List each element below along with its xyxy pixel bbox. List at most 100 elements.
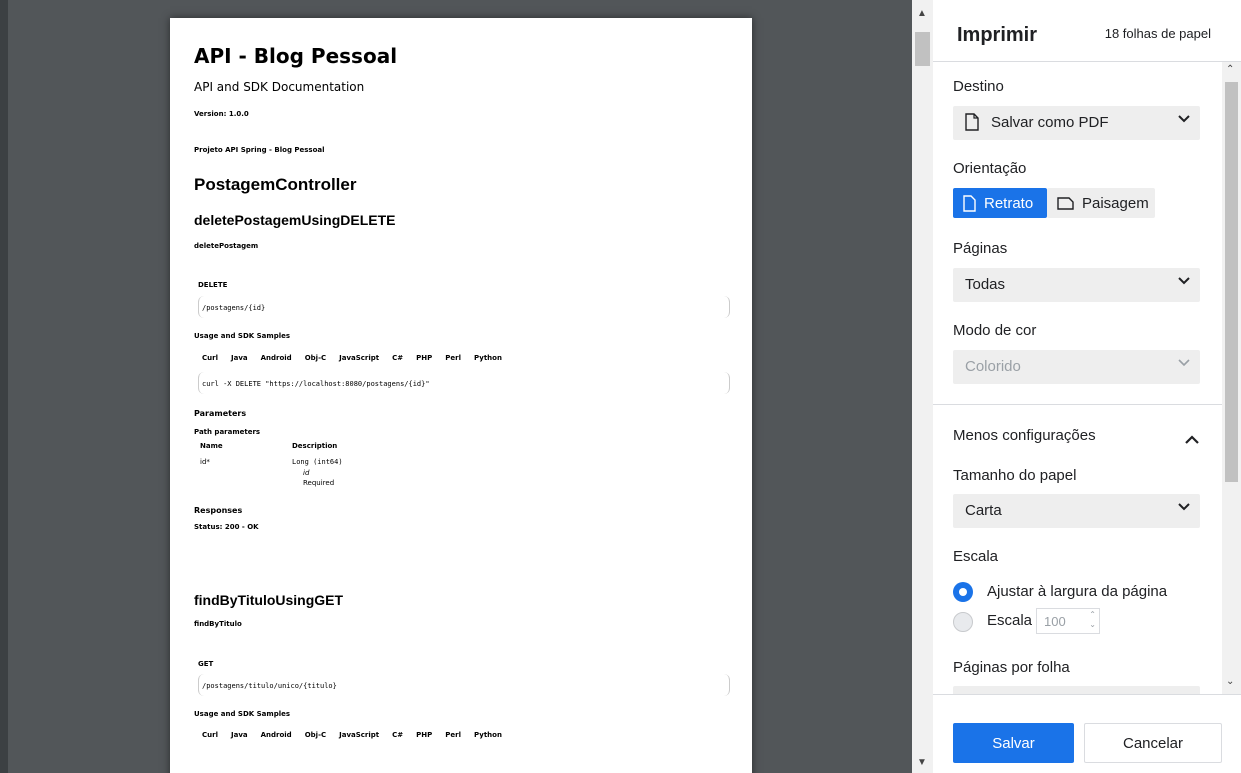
col-description: Description — [292, 442, 338, 450]
tab-android[interactable]: Android — [261, 731, 292, 739]
panel-footer: Salvar Cancelar — [933, 694, 1241, 773]
samples-title: Usage and SDK Samples — [194, 710, 291, 718]
path-box — [198, 296, 730, 318]
op-method: DELETE — [198, 281, 228, 289]
ajustar-radio[interactable] — [953, 582, 973, 602]
landscape-icon — [1057, 196, 1074, 210]
paginas-value: Todas — [965, 276, 1006, 293]
doc-version: Version: 1.0.0 — [194, 110, 249, 118]
param-type: Long (int64) — [292, 458, 343, 466]
tab-android[interactable]: Android — [261, 354, 292, 362]
retrato-button[interactable]: Retrato — [953, 188, 1047, 218]
sheet-count: 18 folhas de papel — [1104, 26, 1211, 41]
ppf-select[interactable]: 1 — [953, 686, 1200, 694]
paginas-select[interactable]: Todas — [953, 268, 1200, 302]
settings-list: Destino Salvar como PDF Orientação Retra… — [933, 62, 1241, 694]
tab-java[interactable]: Java — [231, 731, 248, 739]
tab-perl[interactable]: Perl — [445, 354, 461, 362]
sample-tabs: Curl Java Android Obj-C JavaScript C# PHP Perl P… — [202, 731, 515, 739]
tab-curl[interactable]: Curl — [202, 354, 218, 362]
samples-title: Usage and SDK Samples — [194, 332, 291, 340]
doc-subtitle: API and SDK Documentation — [194, 80, 365, 94]
tab-objc[interactable]: Obj-C — [305, 354, 326, 362]
chevron-down-icon — [1178, 114, 1190, 126]
ajustar-label: Ajustar à largura da página — [987, 583, 1168, 600]
cor-select[interactable]: Colorido — [953, 350, 1200, 384]
retrato-label: Retrato — [984, 194, 1034, 212]
preview-scrollbar[interactable]: ▲ ▼ — [912, 0, 933, 773]
tab-csharp[interactable]: C# — [392, 354, 403, 362]
tab-python[interactable]: Python — [474, 731, 502, 739]
param-required: Required — [303, 479, 335, 487]
spin-down-icon[interactable]: ⌄ — [1089, 620, 1096, 629]
chevron-up-icon[interactable] — [1185, 431, 1199, 449]
section-divider — [933, 404, 1223, 405]
tamanho-value: Carta — [965, 502, 1002, 519]
panel-title: Imprimir — [957, 24, 1038, 46]
tab-perl[interactable]: Perl — [445, 731, 461, 739]
param-label: id — [303, 469, 310, 477]
cancelar-button[interactable]: Cancelar — [1084, 723, 1222, 763]
print-settings-panel: Imprimir 18 folhas de papel Destino Salv… — [933, 0, 1241, 773]
param-name: id* — [200, 458, 210, 466]
tamanho-label: Tamanho do papel — [953, 467, 1077, 484]
path-params-heading: Path parameters — [194, 428, 261, 436]
orientacao-label: Orientação — [953, 160, 1027, 177]
preview-left-edge — [0, 0, 8, 773]
menos-configuracoes-toggle[interactable]: Menos configurações — [953, 427, 1096, 444]
controller-heading: PostagemController — [194, 175, 357, 194]
op-summary: deletePostagem — [194, 242, 259, 250]
destino-label: Destino — [953, 78, 1004, 95]
op-path: /postagens/titulo/unico/{titulo} — [202, 682, 337, 690]
tab-javascript[interactable]: JavaScript — [339, 731, 379, 739]
destino-value: Salvar como PDF — [991, 114, 1109, 131]
tab-php[interactable]: PHP — [416, 731, 432, 739]
doc-project: Projeto API Spring - Blog Pessoal — [194, 146, 325, 154]
sample-tabs: Curl Java Android Obj-C JavaScript C# PHP Perl P… — [202, 354, 515, 362]
tab-objc[interactable]: Obj-C — [305, 731, 326, 739]
tab-csharp[interactable]: C# — [392, 731, 403, 739]
curl-command: curl -X DELETE "https://localhost:8080/p… — [202, 380, 430, 388]
doc-title: API - Blog Pessoal — [194, 44, 398, 68]
spin-up-icon[interactable]: ⌃ — [1089, 610, 1096, 619]
tab-python[interactable]: Python — [474, 354, 502, 362]
preview-scroll-thumb[interactable] — [915, 32, 930, 66]
chevron-down-icon — [1178, 502, 1190, 514]
escala-value: 100 — [1044, 614, 1066, 629]
op-name: deletePostagemUsingDELETE — [194, 212, 396, 228]
responses-heading: Responses — [194, 506, 243, 515]
salvar-button[interactable]: Salvar — [953, 723, 1074, 763]
tab-curl[interactable]: Curl — [202, 731, 218, 739]
escala-input[interactable]: 100 ⌃ ⌄ — [1036, 608, 1100, 634]
tab-javascript[interactable]: JavaScript — [339, 354, 379, 362]
cor-label: Modo de cor — [953, 322, 1037, 339]
paisagem-label: Paisagem — [1082, 194, 1149, 212]
scroll-down-icon[interactable]: ⌄ — [1226, 676, 1234, 687]
paisagem-button[interactable]: Paisagem — [1047, 188, 1155, 218]
op-path: /postagens/{id} — [202, 304, 266, 312]
scroll-up-icon[interactable]: ⌃ — [1226, 64, 1234, 75]
escala-radio[interactable] — [953, 612, 973, 632]
settings-scroll-thumb[interactable] — [1225, 82, 1238, 482]
cor-value: Colorido — [965, 358, 1021, 375]
response-status: Status: 200 - OK — [194, 523, 259, 531]
tab-php[interactable]: PHP — [416, 354, 432, 362]
tamanho-select[interactable]: Carta — [953, 494, 1200, 528]
scroll-up-icon[interactable]: ▲ — [917, 8, 927, 19]
op-method: GET — [198, 660, 214, 668]
file-icon — [965, 113, 979, 135]
tab-java[interactable]: Java — [231, 354, 248, 362]
col-name: Name — [200, 442, 223, 450]
settings-scrollbar[interactable]: ⌃ ⌄ — [1222, 62, 1241, 694]
panel-header: Imprimir 18 folhas de papel — [933, 0, 1241, 62]
escala-label: Escala — [953, 548, 999, 565]
ppf-label: Páginas por folha — [953, 659, 1070, 676]
op-summary: findByTitulo — [194, 620, 242, 628]
portrait-icon — [963, 194, 976, 212]
op-name: findByTituloUsingGET — [194, 592, 344, 608]
chevron-down-icon — [1178, 358, 1190, 370]
destino-select[interactable]: Salvar como PDF — [953, 106, 1200, 140]
print-preview: API - Blog Pessoal API and SDK Documenta… — [0, 0, 912, 773]
chevron-down-icon — [1178, 276, 1190, 288]
scroll-down-icon[interactable]: ▼ — [917, 757, 927, 768]
